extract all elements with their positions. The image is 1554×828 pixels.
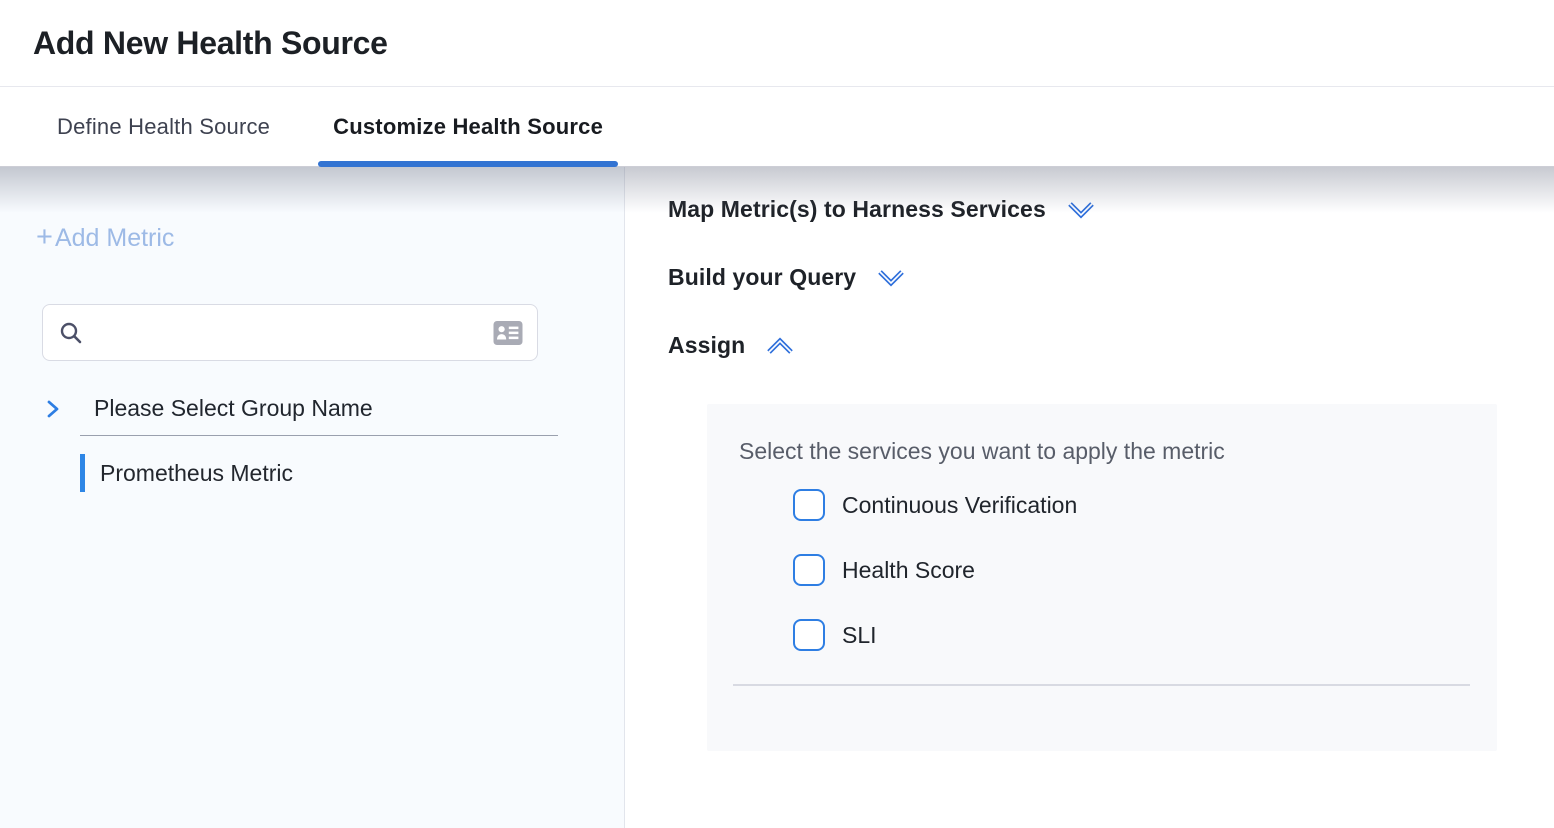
option-sli[interactable]: SLI: [793, 619, 1497, 651]
assign-prompt: Select the services you want to apply th…: [707, 404, 1497, 465]
search-icon: [59, 321, 83, 345]
checkbox-health-score[interactable]: [793, 554, 825, 586]
section-map-metrics-header[interactable]: Map Metric(s) to Harness Services: [668, 196, 1554, 223]
section-build-query-label: Build your Query: [668, 264, 856, 291]
add-health-source-dialog: Add New Health Source Define Health Sour…: [0, 0, 1554, 828]
chevron-down-icon: [1067, 201, 1095, 219]
metric-search-box: [42, 304, 538, 361]
option-health-score[interactable]: Health Score: [793, 554, 1497, 586]
option-continuous-verification[interactable]: Continuous Verification: [793, 489, 1497, 521]
checkbox-sli[interactable]: [793, 619, 825, 651]
add-metric-label: Add Metric: [55, 224, 174, 253]
content-area: + Add Metric: [0, 167, 1554, 828]
assign-panel-divider: [733, 684, 1470, 686]
metric-item-label: Prometheus Metric: [100, 460, 293, 487]
section-assign-label: Assign: [668, 332, 745, 359]
add-metric-button[interactable]: + Add Metric: [36, 224, 174, 253]
customize-main-panel: Map Metric(s) to Harness Services Build …: [625, 167, 1554, 828]
plus-icon: +: [36, 223, 53, 252]
chevron-down-icon: [877, 269, 905, 287]
checkbox-label: SLI: [842, 622, 877, 649]
section-build-query-header[interactable]: Build your Query: [668, 264, 1554, 291]
section-assign-header[interactable]: Assign: [668, 332, 1554, 359]
search-input[interactable]: [93, 321, 483, 344]
checkbox-label: Continuous Verification: [842, 492, 1077, 519]
metric-list-item-prometheus[interactable]: Prometheus Metric: [80, 454, 624, 492]
tab-define-health-source[interactable]: Define Health Source: [57, 87, 270, 166]
tab-customize-health-source[interactable]: Customize Health Source: [318, 87, 618, 166]
contact-card-icon[interactable]: [493, 320, 523, 346]
tab-bar: Define Health Source Customize Health So…: [0, 87, 1554, 167]
group-name-row[interactable]: Please Select Group Name: [0, 395, 624, 422]
tab-define-label: Define Health Source: [57, 114, 270, 140]
group-name-label: Please Select Group Name: [94, 395, 373, 422]
title-bar: Add New Health Source: [0, 0, 1554, 87]
tab-customize-label: Customize Health Source: [333, 114, 603, 140]
selected-indicator-bar: [80, 454, 85, 492]
group-divider: [80, 435, 558, 436]
section-map-metrics-label: Map Metric(s) to Harness Services: [668, 196, 1046, 223]
chevron-up-icon: [766, 337, 794, 355]
chevron-right-icon[interactable]: [44, 399, 62, 419]
checkbox-label: Health Score: [842, 557, 975, 584]
assign-panel: Select the services you want to apply th…: [707, 404, 1497, 751]
page-title: Add New Health Source: [33, 25, 388, 62]
checkbox-continuous-verification[interactable]: [793, 489, 825, 521]
metrics-sidebar: + Add Metric: [0, 167, 625, 828]
